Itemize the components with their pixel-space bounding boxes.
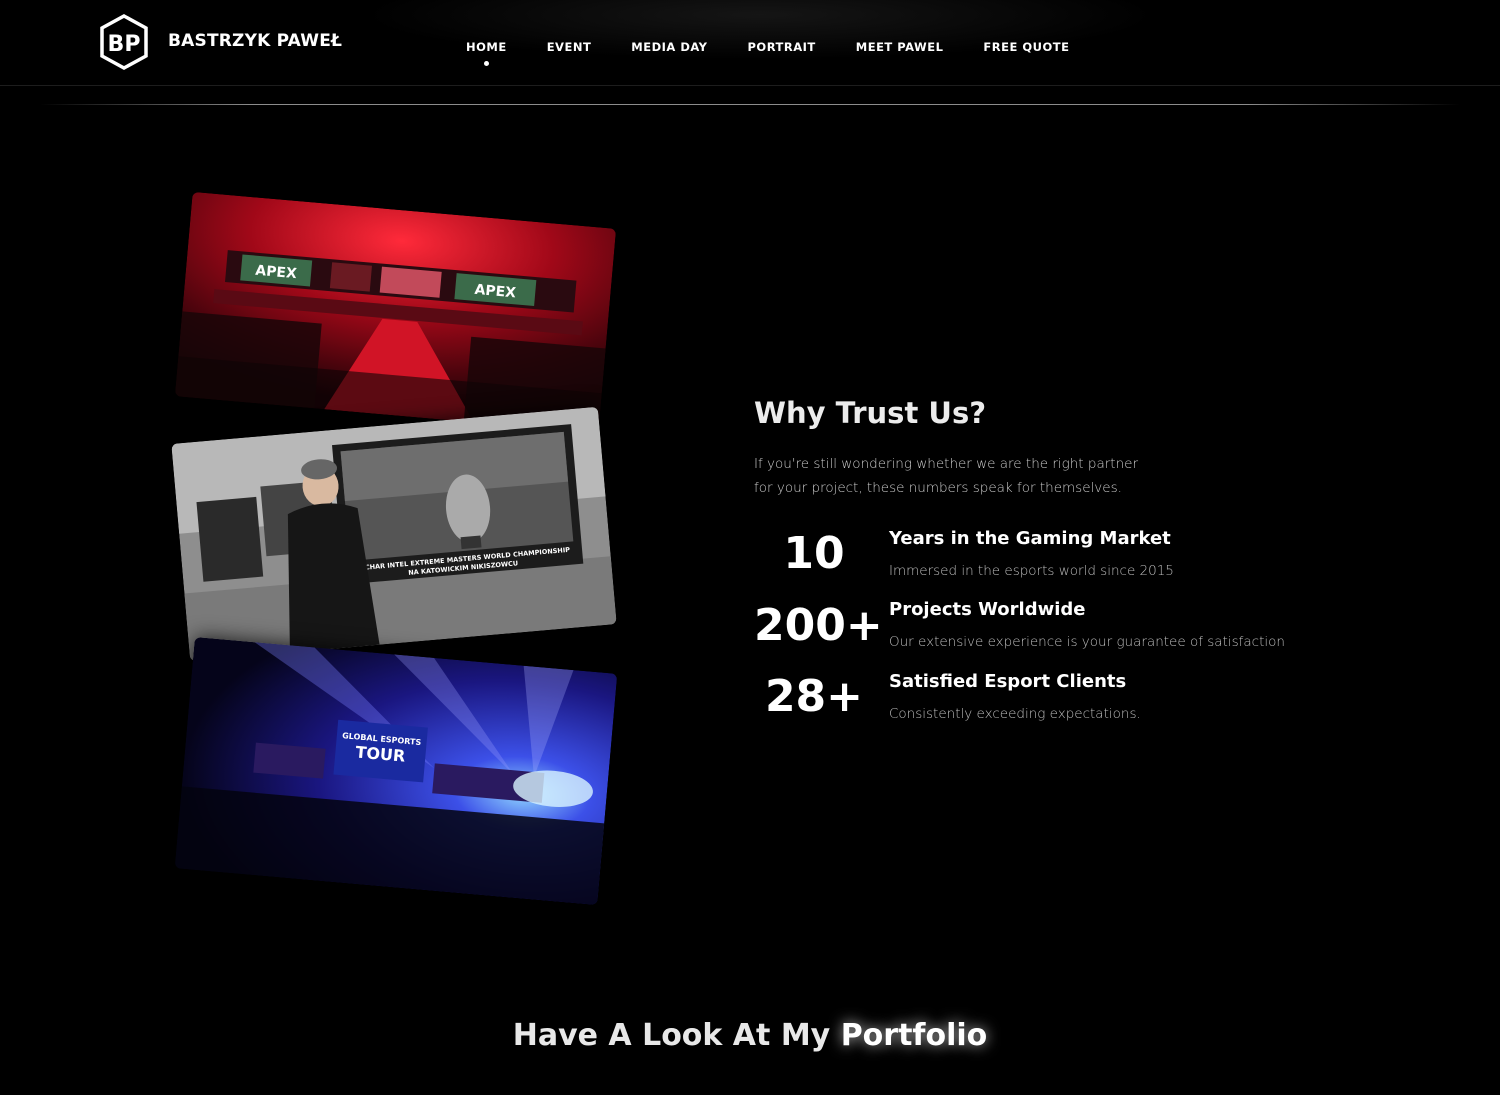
brand-name[interactable]: BASTRZYK PAWEŁ (168, 31, 342, 51)
trust-description-line-2: for your project, these numbers speak fo… (754, 480, 1122, 496)
trust-description: If you're still wondering whether we are… (754, 452, 1154, 500)
stat-number: 28+ (764, 671, 864, 722)
nav-event-label: EVENT (546, 40, 592, 54)
photo-apex-arena: APEX APEX (174, 191, 617, 434)
site-header: BP BASTRZYK PAWEŁ HOME EVENT MEDIA DAY P… (0, 0, 1500, 86)
trust-heading: Why Trust Us? (754, 396, 987, 430)
nav-portrait-label: PORTRAIT (747, 40, 816, 54)
photo-trophy-sign: PUCHAR INTEL EXTREME MASTERS WORLD CHAMP… (171, 406, 617, 662)
trust-description-line-1: If you're still wondering whether we are… (754, 456, 1138, 472)
nav-free-quote[interactable]: FREE QUOTE (983, 40, 1069, 54)
nav-media-day-label: MEDIA DAY (631, 40, 708, 54)
nav-media-day[interactable]: MEDIA DAY (631, 40, 707, 54)
stat-subtitle: Our extensive experience is your guarant… (889, 634, 1285, 650)
stat-subtitle: Immersed in the esports world since 2015 (889, 563, 1174, 579)
stat-number: 200+ (754, 600, 883, 651)
logo-icon[interactable]: BP (99, 14, 149, 70)
portfolio-heading-prefix: Have A Look At My (512, 1018, 831, 1053)
stat-years: 10 Years in the Gaming Market Immersed i… (754, 528, 1354, 594)
nav-home-label: HOME (466, 40, 507, 54)
nav-event[interactable]: EVENT (547, 40, 592, 54)
main-nav: HOME EVENT MEDIA DAY PORTRAIT MEET PAWEL… (466, 40, 1069, 66)
stat-number: 10 (783, 528, 845, 579)
section-divider (40, 104, 1460, 105)
nav-portrait[interactable]: PORTRAIT (748, 40, 816, 54)
active-indicator-dot (483, 61, 489, 66)
stat-subtitle: Consistently exceeding expectations. (889, 706, 1141, 722)
svg-text:BP: BP (108, 32, 141, 57)
portfolio-heading-accent: Portfolio (840, 1018, 988, 1053)
stat-projects: 200+ Projects Worldwide Our extensive ex… (754, 599, 1354, 665)
nav-meet-pawel[interactable]: MEET PAWEL (856, 40, 944, 54)
stat-title: Satisfied Esport Clients (889, 671, 1127, 692)
nav-meet-pawel-label: MEET PAWEL (855, 40, 944, 54)
stat-title: Projects Worldwide (889, 599, 1086, 620)
stat-title: Years in the Gaming Market (889, 528, 1171, 549)
nav-home[interactable]: HOME (466, 40, 507, 66)
stat-clients: 28+ Satisfied Esport Clients Consistentl… (754, 671, 1354, 737)
nav-free-quote-label: FREE QUOTE (983, 40, 1070, 54)
portfolio-heading: Have A Look At My Portfolio (0, 1018, 1500, 1053)
photo-global-esports-tour: GLOBAL ESPORTS TOUR (174, 636, 618, 906)
